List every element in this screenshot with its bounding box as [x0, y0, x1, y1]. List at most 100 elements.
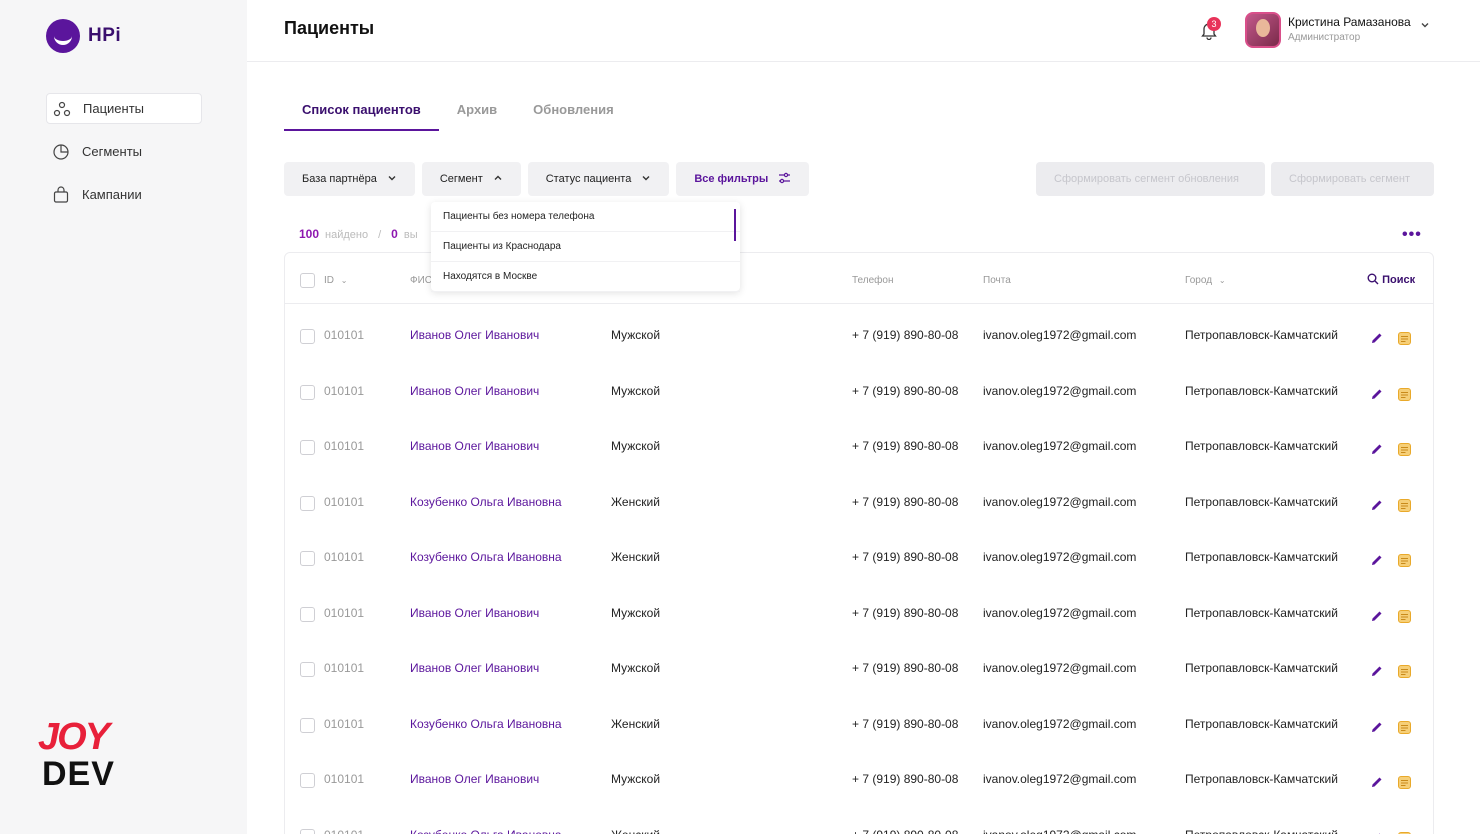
comment-icon[interactable] — [1398, 387, 1411, 401]
row-checkbox[interactable] — [300, 384, 315, 400]
table-row[interactable]: 010101 Иванов Олег Иванович Мужской + 7 … — [285, 582, 1433, 638]
dropdown-option[interactable]: Пациенты без номера телефона — [431, 202, 740, 232]
patient-name-link[interactable]: Иванов Олег Иванович — [410, 772, 539, 786]
column-email: Почта — [983, 275, 1011, 286]
edit-icon[interactable] — [1371, 776, 1383, 788]
row-checkbox[interactable] — [300, 495, 315, 511]
row-checkbox[interactable] — [300, 828, 315, 834]
logo[interactable]: HPi — [46, 19, 121, 53]
row-city: Петропавловск-Камчатский — [1185, 716, 1338, 731]
comment-icon[interactable] — [1398, 720, 1411, 734]
row-email: ivanov.oleg1972@gmail.com — [983, 439, 1137, 453]
found-count: 100 — [299, 227, 320, 241]
logo-text: HPi — [88, 25, 122, 46]
edit-icon[interactable] — [1371, 499, 1383, 511]
select-all-checkbox[interactable] — [300, 273, 315, 288]
column-label: Город — [1185, 275, 1213, 286]
edit-icon[interactable] — [1371, 665, 1383, 677]
row-email: ivanov.oleg1972@gmail.com — [983, 661, 1137, 675]
comment-icon[interactable] — [1398, 665, 1411, 678]
patient-name-link[interactable]: Иванов Олег Иванович — [410, 439, 539, 453]
table-row[interactable]: 010101 Иванов Олег Иванович Мужской + 7 … — [285, 748, 1433, 804]
row-phone: + 7 (919) 890-80-08 — [852, 328, 959, 342]
tab-patient-list[interactable]: Список пациентов — [284, 93, 439, 131]
dropdown-option[interactable]: Пациенты из Краснодара — [431, 232, 740, 262]
comment-icon[interactable] — [1398, 498, 1411, 512]
table-row[interactable]: 010101 Иванов Олег Иванович Мужской + 7 … — [285, 360, 1433, 416]
patient-name-link[interactable]: Иванов Олег Иванович — [410, 328, 539, 342]
sidebar-item-campaigns[interactable]: Кампании — [46, 179, 202, 210]
chevron-down-icon[interactable] — [1420, 20, 1430, 33]
table-row[interactable]: 010101 Козубенко Ольга Ивановна Женский … — [285, 804, 1433, 834]
notification-badge: 3 — [1207, 17, 1221, 31]
filter-label: Статус пациента — [545, 173, 632, 185]
sidebar-item-patients[interactable]: Пациенты — [46, 93, 202, 124]
user-name[interactable]: Кристина Рамазанова — [1288, 15, 1411, 29]
sidebar-item-segments[interactable]: Сегменты — [46, 136, 202, 167]
all-filters-button[interactable]: Все фильтры — [676, 162, 810, 196]
segment-dropdown: Пациенты без номера телефона Пациенты из… — [431, 202, 740, 292]
sidebar: HPi Пациенты Сегменты Кампании JOY DEV — [0, 0, 247, 834]
row-email: ivanov.oleg1972@gmail.com — [983, 328, 1137, 342]
edit-icon[interactable] — [1371, 388, 1383, 400]
row-id: 010101 — [324, 716, 365, 731]
segment-filter[interactable]: Сегмент — [421, 162, 521, 196]
row-gender: Женский — [611, 494, 660, 509]
patient-name-link[interactable]: Иванов Олег Иванович — [410, 661, 539, 675]
page-title: Пациенты — [284, 18, 375, 38]
comment-icon[interactable] — [1398, 443, 1411, 456]
column-city[interactable]: Город ⌄ — [1185, 275, 1226, 286]
row-id: 010101 — [324, 439, 365, 453]
table-search-button[interactable]: Поиск — [1367, 273, 1415, 286]
logo-mark — [46, 19, 80, 53]
form-update-segment-button[interactable]: Сформировать сегмент обновления — [1036, 162, 1265, 196]
partner-base-filter[interactable]: База партнёра — [284, 162, 415, 196]
row-checkbox[interactable] — [300, 329, 315, 344]
comment-icon[interactable] — [1398, 332, 1411, 345]
row-gender: Женский — [611, 828, 660, 834]
table-row[interactable]: 010101 Козубенко Ольга Ивановна Женский … — [285, 693, 1433, 749]
edit-icon[interactable] — [1371, 554, 1383, 566]
patient-name-link[interactable]: Иванов Олег Иванович — [410, 384, 539, 398]
edit-icon[interactable] — [1371, 332, 1383, 344]
row-checkbox[interactable] — [300, 662, 315, 677]
row-checkbox[interactable] — [300, 440, 315, 455]
table-row[interactable]: 010101 Иванов Олег Иванович Мужской + 7 … — [285, 415, 1433, 471]
row-checkbox[interactable] — [300, 606, 315, 622]
row-gender: Мужской — [611, 772, 661, 786]
table-row[interactable]: 010101 Иванов Олег Иванович Мужской + 7 … — [285, 637, 1433, 693]
form-segment-button[interactable]: Сформировать сегмент — [1271, 162, 1434, 196]
edit-icon[interactable] — [1371, 721, 1383, 733]
edit-icon[interactable] — [1371, 610, 1383, 622]
column-phone: Телефон — [852, 275, 894, 286]
dropdown-option[interactable]: Находятся в Москве — [431, 262, 740, 292]
table-row[interactable]: 010101 Козубенко Ольга Ивановна Женский … — [285, 471, 1433, 527]
joydev-logo-bottom: DEV — [42, 755, 115, 793]
patient-name-link[interactable]: Козубенко Ольга Ивановна — [410, 495, 562, 509]
tab-archive[interactable]: Архив — [439, 93, 515, 131]
patient-name-link[interactable]: Козубенко Ольга Ивановна — [410, 550, 562, 564]
tabs: Список пациентов Архив Обновления — [284, 93, 632, 131]
sidebar-item-label: Сегменты — [82, 144, 143, 159]
edit-icon[interactable] — [1371, 443, 1383, 455]
row-checkbox[interactable] — [300, 773, 315, 788]
row-checkbox[interactable] — [300, 551, 315, 566]
comment-icon[interactable] — [1398, 609, 1411, 623]
comment-icon[interactable] — [1398, 554, 1411, 567]
row-checkbox[interactable] — [300, 717, 315, 733]
patient-name-link[interactable]: Козубенко Ольга Ивановна — [410, 828, 562, 834]
tab-updates[interactable]: Обновления — [515, 93, 632, 131]
table-row[interactable]: 010101 Иванов Олег Иванович Мужской + 7 … — [285, 304, 1433, 360]
avatar[interactable] — [1245, 12, 1281, 48]
patient-name-link[interactable]: Козубенко Ольга Ивановна — [410, 717, 562, 731]
more-options-icon[interactable]: ••• — [1402, 226, 1422, 244]
table-row[interactable]: 010101 Козубенко Ольга Ивановна Женский … — [285, 526, 1433, 582]
patient-name-link[interactable]: Иванов Олег Иванович — [410, 606, 539, 620]
column-id[interactable]: ID ⌄ — [324, 275, 347, 286]
filter-label: Все фильтры — [694, 173, 769, 185]
row-gender: Женский — [611, 716, 660, 731]
comment-icon[interactable] — [1398, 776, 1411, 789]
dropdown-scrollbar[interactable] — [734, 209, 736, 241]
row-email: ivanov.oleg1972@gmail.com — [983, 716, 1137, 731]
patient-status-filter[interactable]: Статус пациента — [527, 162, 670, 196]
